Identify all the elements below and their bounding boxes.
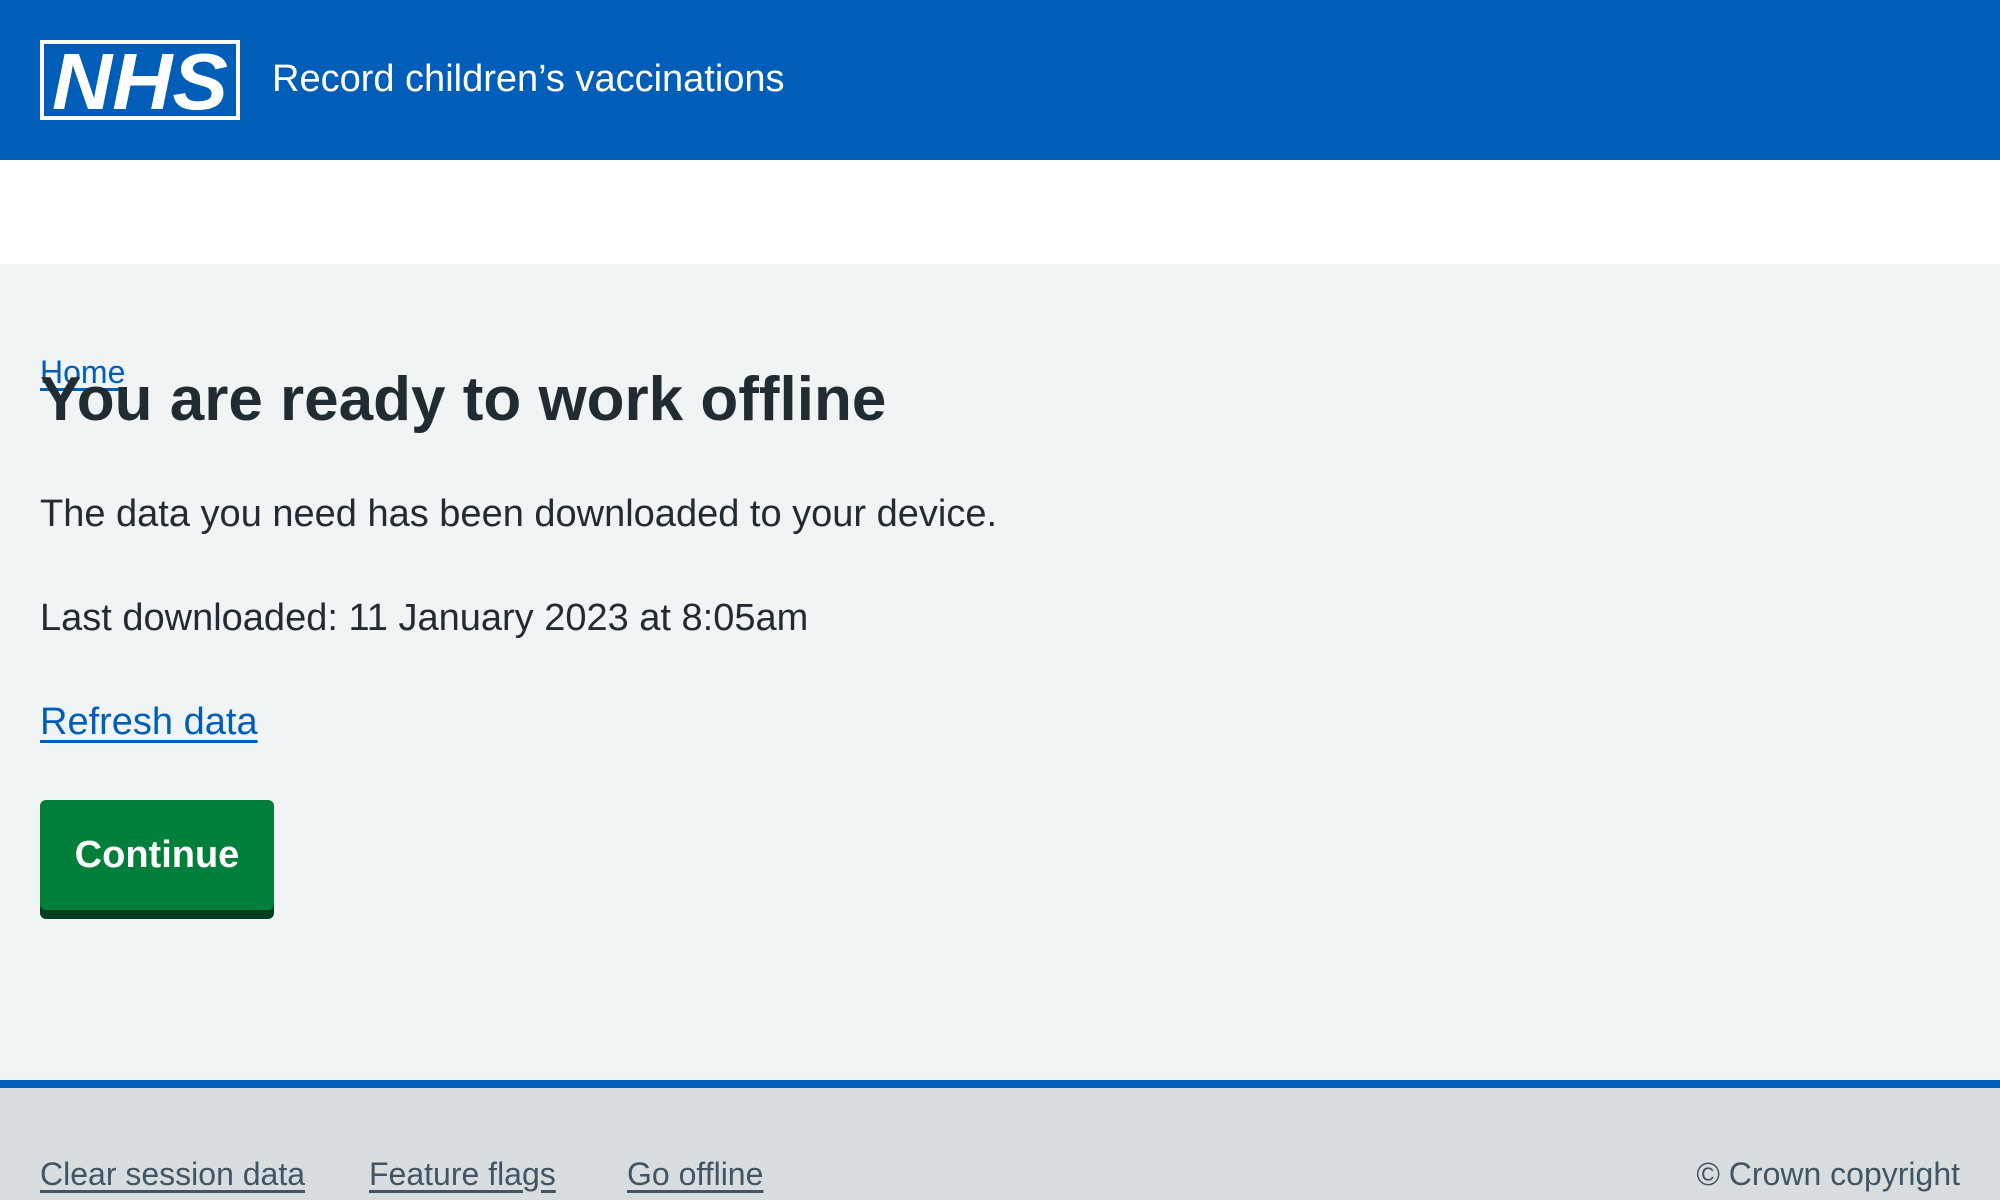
svg-text:NHS: NHS	[52, 40, 228, 120]
continue-button[interactable]: Continue	[40, 800, 274, 910]
copyright-text: © Crown copyright	[1696, 1156, 1960, 1192]
go-offline-link[interactable]: Go offline	[627, 1154, 763, 1194]
clear-session-data-link[interactable]: Clear session data	[40, 1154, 305, 1194]
page-title: You are ready to work offline	[40, 365, 887, 434]
nhs-logo[interactable]: NHS	[40, 40, 240, 120]
nhs-logo-icon: NHS	[44, 40, 236, 120]
last-downloaded-text: Last downloaded: 11 January 2023 at 8:05…	[40, 597, 809, 639]
download-status-text: The data you need has been downloaded to…	[40, 493, 998, 535]
site-header: NHS Record children’s vaccinations	[0, 0, 2000, 160]
service-name-link[interactable]: Record children’s vaccinations	[272, 55, 785, 103]
refresh-data-link[interactable]: Refresh data	[40, 698, 258, 746]
feature-flags-link[interactable]: Feature flags	[369, 1154, 556, 1194]
breadcrumb: Home	[0, 160, 2000, 390]
